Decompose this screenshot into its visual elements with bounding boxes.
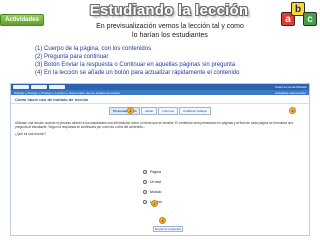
subtitle-line-2: lo harían los estudiantes	[132, 32, 208, 39]
note-item: (1) Cuerpo de la página, con los conteni…	[35, 46, 152, 52]
answer-option-label: Página	[150, 170, 161, 174]
answer-option[interactable]: Página	[143, 170, 162, 174]
tab-preview[interactable]: Previsualización	[108, 107, 141, 115]
lesson-question: ¿Qué es una lección?	[15, 132, 47, 137]
notes-list: (1) Cuerpo de la página, con los conteni…	[35, 45, 320, 77]
radio-icon[interactable]	[143, 190, 147, 194]
tab-grade[interactable]: Cualificar trabajos	[179, 107, 212, 115]
screenshot-nav-pill[interactable]	[31, 85, 47, 89]
radio-icon[interactable]	[143, 200, 147, 204]
note-item: (3) Botón Enviar la respuesta o Continua…	[35, 62, 236, 68]
screenshot-nav-pill[interactable]	[13, 85, 29, 89]
note-item: (2) Pregunta para continuar	[35, 54, 109, 60]
radio-icon[interactable]	[143, 180, 147, 184]
answer-option[interactable]: Módulo	[143, 190, 162, 194]
breadcrumb[interactable]: Prelego » Prelego » Prelego » Lección » …	[14, 91, 120, 95]
tab-edit[interactable]: Editar	[141, 107, 158, 115]
marker-1: 1	[127, 107, 134, 114]
marker-3: 3	[159, 217, 166, 224]
answer-option-label: Módulo	[150, 190, 162, 194]
note-item: (4) En la lección se añade un botón para…	[35, 70, 240, 76]
tab-reports[interactable]: Informes	[158, 107, 178, 115]
lesson-preview-screenshot: Usted se ha identificado Prelego » Prele…	[10, 83, 310, 236]
screenshot-nav-pill[interactable]	[49, 85, 65, 89]
radio-icon[interactable]	[143, 170, 147, 174]
lesson-header-title: Cómo hacer uso de módulo de lección	[15, 96, 89, 102]
lesson-body-text: Utilizase una lección cuando el proceso …	[15, 121, 294, 130]
activities-tab[interactable]: Actividades	[0, 14, 44, 26]
update-lesson-link[interactable]: Actualizar esta Lección	[275, 91, 306, 95]
submit-answer-button[interactable]: Enviar la respuesta	[153, 226, 183, 232]
page-title: Estudiando la lección	[89, 2, 249, 19]
answer-option-label: Un test	[150, 180, 162, 184]
marker-4: 4	[289, 107, 296, 114]
logged-in-text: Usted se ha identificado	[274, 85, 307, 89]
logo-block-c: c	[303, 12, 317, 26]
screenshot-tabs: Previsualización Editar Informes Cualifi…	[11, 107, 309, 115]
marker-2: 2	[151, 200, 158, 207]
abc-blocks-logo: a b c	[279, 0, 319, 28]
screenshot-page-header: Cómo hacer uso de módulo de lección	[11, 95, 309, 104]
page-subtitle: En previsualización vemos la lección tal…	[60, 22, 280, 40]
answer-option[interactable]: Un test	[143, 180, 162, 184]
subtitle-line-1: En previsualización vemos la lección tal…	[96, 23, 244, 30]
